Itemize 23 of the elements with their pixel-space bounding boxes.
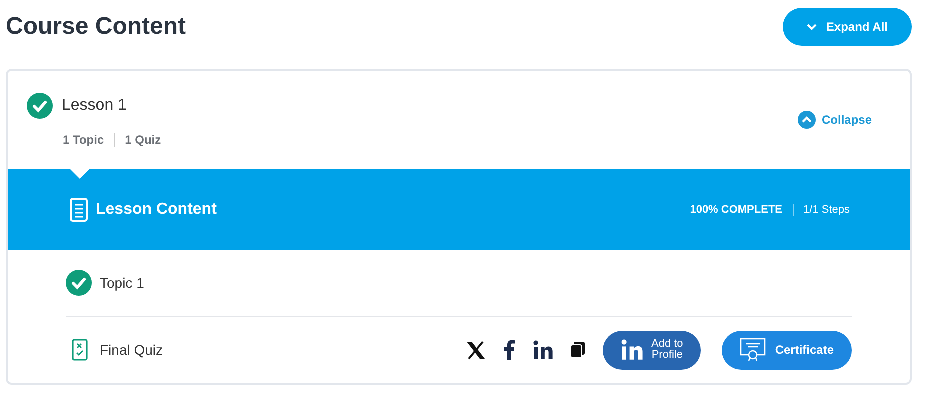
lesson-content-title: Lesson Content	[96, 200, 217, 218]
document-icon	[70, 198, 88, 222]
progress-text: 100% COMPLETE	[690, 204, 794, 216]
copy-icon[interactable]	[570, 342, 584, 358]
lesson-title: Lesson 1	[62, 97, 127, 115]
lesson-meta: 1 Quiz	[114, 133, 172, 147]
add-to-profile-button[interactable]: Add to Profile	[602, 330, 702, 370]
linkedin-icon	[620, 339, 642, 361]
quiz-link[interactable]: Final Quiz	[100, 342, 164, 358]
lesson-meta: 1 Topic	[63, 133, 106, 147]
x-icon[interactable]	[466, 340, 486, 360]
collapse-button[interactable]: Collapse	[792, 110, 878, 130]
chevron-down-icon	[807, 24, 818, 30]
certificate-icon	[740, 338, 766, 362]
certificate-button[interactable]: Certificate	[722, 330, 852, 370]
topic-link[interactable]: Topic 1	[100, 275, 144, 291]
chevron-up-icon	[798, 111, 816, 129]
steps-text: 1/1 Steps	[802, 204, 850, 216]
linkedin-icon	[532, 340, 552, 360]
pointer-notch	[70, 169, 90, 179]
page-title: Course Content	[6, 13, 186, 41]
quiz-icon	[72, 339, 88, 361]
facebook-icon[interactable]	[504, 340, 514, 360]
